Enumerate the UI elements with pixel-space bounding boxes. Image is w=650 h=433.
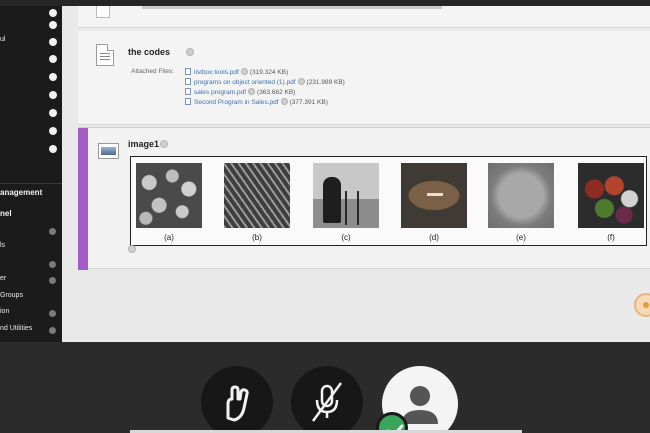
- document-icon: [96, 44, 114, 66]
- sidebar-item[interactable]: [0, 87, 62, 103]
- item-title[interactable]: image1: [128, 139, 159, 149]
- sidebar-divider: [0, 183, 62, 184]
- mute-microphone-button[interactable]: [291, 366, 363, 433]
- item-options-icon[interactable]: [160, 140, 168, 148]
- sidebar-section-subtitle[interactable]: nel: [0, 209, 12, 218]
- pdf-file-icon: [185, 78, 191, 85]
- expand-icon[interactable]: [49, 261, 56, 268]
- options-icon[interactable]: [49, 55, 57, 63]
- expand-icon[interactable]: [49, 310, 56, 317]
- file-options-icon[interactable]: [248, 88, 256, 95]
- attached-files-label: Attached Files:: [131, 68, 174, 75]
- football-image: [401, 163, 467, 228]
- course-menu-sidebar: ul anagement nel ls er Groups ion nd Uti…: [0, 6, 62, 342]
- sidebar-tool-item[interactable]: ion: [0, 306, 62, 322]
- rice-grains-image: [224, 163, 290, 228]
- pdf-file-icon: [185, 68, 191, 75]
- options-icon[interactable]: [49, 21, 57, 29]
- sidebar-tool-item[interactable]: nd Utilities: [0, 323, 62, 339]
- caption: (e): [516, 233, 526, 242]
- coins-image: [136, 163, 202, 228]
- options-icon[interactable]: [49, 145, 57, 153]
- attached-file[interactable]: sales program.pdf (363.662 KB): [185, 88, 295, 97]
- sidebar-item[interactable]: [0, 123, 62, 139]
- expand-icon[interactable]: [49, 327, 56, 334]
- caption: (b): [252, 233, 262, 242]
- sidebar-section-title: anagement: [0, 188, 43, 197]
- caption: (a): [164, 233, 174, 242]
- file-link[interactable]: programs on object oriented (1).pdf: [194, 79, 296, 86]
- item-options-icon[interactable]: [186, 48, 194, 56]
- selected-accent-bar: [78, 128, 88, 270]
- options-icon[interactable]: [49, 109, 57, 117]
- partial-text: [142, 6, 442, 9]
- document-icon: [96, 6, 110, 18]
- sidebar-item[interactable]: [0, 105, 62, 121]
- file-options-icon[interactable]: [240, 68, 248, 75]
- cameraman-image: [313, 163, 379, 228]
- content-area: the codes Attached Files: listbox tools.…: [62, 6, 650, 342]
- options-icon[interactable]: [49, 127, 57, 135]
- vegetables-image: [578, 163, 644, 228]
- content-item-the-codes: the codes Attached Files: listbox tools.…: [78, 31, 650, 125]
- expand-icon[interactable]: [49, 228, 56, 235]
- sidebar-item[interactable]: [0, 51, 62, 67]
- file-link[interactable]: sales program.pdf: [194, 89, 246, 96]
- options-icon[interactable]: [49, 91, 57, 99]
- hand-icon: [226, 385, 249, 422]
- content-item-partial: [78, 6, 650, 28]
- item-title[interactable]: the codes: [128, 47, 170, 57]
- expand-icon[interactable]: [49, 277, 56, 284]
- attached-file[interactable]: listbox tools.pdf (319.324 KB): [185, 68, 288, 77]
- image-options-icon[interactable]: [128, 245, 136, 253]
- sidebar-item[interactable]: [0, 141, 62, 157]
- file-link[interactable]: Second Program in Sales.pdf: [194, 99, 279, 106]
- options-icon[interactable]: [49, 9, 57, 17]
- attached-file[interactable]: programs on object oriented (1).pdf (231.…: [185, 78, 345, 87]
- caption: (c): [341, 233, 351, 242]
- file-options-icon[interactable]: [297, 78, 305, 85]
- options-icon[interactable]: [49, 73, 57, 81]
- options-icon[interactable]: [49, 38, 57, 46]
- image-figure: (a) (b) (c) (d) (e) (f): [130, 156, 647, 246]
- sidebar-tool-item[interactable]: ls: [0, 240, 62, 256]
- sidebar-tool-item[interactable]: Groups: [0, 290, 62, 306]
- pdf-file-icon: [185, 98, 191, 105]
- sidebar-item[interactable]: [0, 69, 62, 85]
- file-options-icon[interactable]: [280, 98, 288, 105]
- mic-muted-icon: [311, 382, 343, 422]
- sidebar-item[interactable]: ul: [0, 34, 62, 50]
- image-icon: [98, 143, 119, 159]
- sidebar-tool-item[interactable]: [0, 224, 62, 240]
- pdf-file-icon: [185, 88, 191, 95]
- sidebar-tool-item[interactable]: [0, 257, 62, 273]
- content-item-image1: image1 (a) (b) (c) (d) (e) (f): [78, 127, 650, 270]
- attached-file[interactable]: Second Program in Sales.pdf (377.391 KB): [185, 98, 328, 107]
- raise-hand-button[interactable]: [201, 366, 273, 433]
- sidebar-tool-item[interactable]: er: [0, 273, 62, 289]
- call-control-bar: [0, 342, 650, 433]
- file-link[interactable]: listbox tools.pdf: [194, 69, 239, 76]
- texture-image: [488, 163, 554, 228]
- caption: (f): [607, 233, 615, 242]
- caption: (d): [429, 233, 439, 242]
- sidebar-item[interactable]: [0, 17, 62, 33]
